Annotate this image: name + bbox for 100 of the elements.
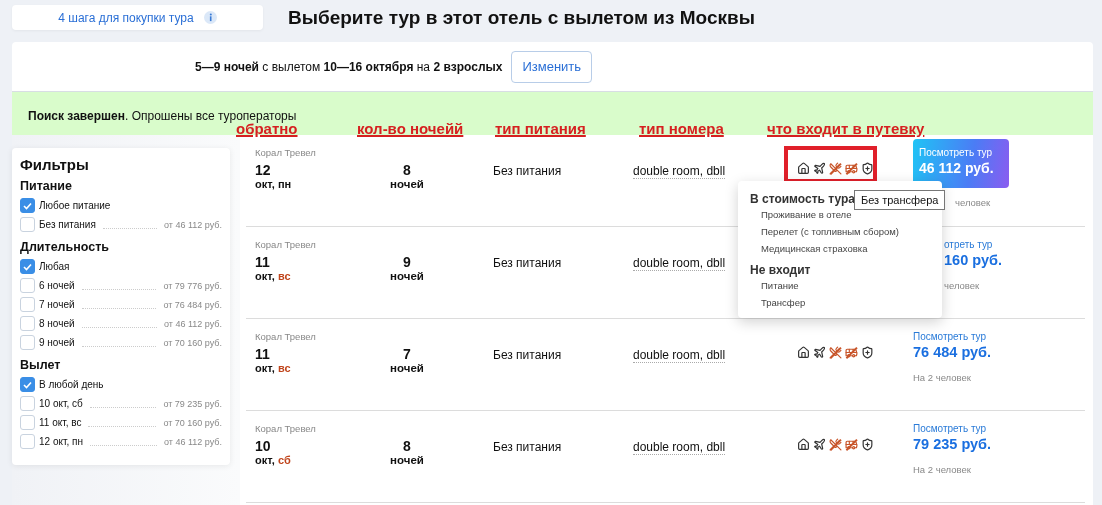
annotation-label: что входит в путевку bbox=[767, 120, 925, 137]
house-icon[interactable] bbox=[797, 438, 810, 451]
shield-icon[interactable] bbox=[861, 346, 874, 359]
plane-icon[interactable] bbox=[813, 438, 826, 451]
checkbox[interactable] bbox=[20, 316, 35, 331]
option-price: от 46 112 руб. bbox=[164, 318, 222, 329]
view-tour-link[interactable]: Посмотреть тур bbox=[913, 331, 1085, 342]
travelers-caption: На 2 человек bbox=[913, 372, 972, 383]
room-type: double room, dbll bbox=[633, 164, 726, 179]
tooltip: Без трансфера bbox=[854, 190, 946, 210]
annotation-label: тип питания bbox=[495, 120, 586, 137]
check-icon bbox=[23, 262, 32, 271]
filter-option[interactable]: 12 окт, пн bbox=[39, 436, 83, 447]
return-day: 10 bbox=[255, 438, 368, 454]
search-summary: 5—9 ночей с вылетом 10—16 октября на 2 взрослых bbox=[195, 59, 503, 74]
checkbox[interactable] bbox=[20, 396, 35, 411]
meal-type: Без питания bbox=[493, 440, 562, 454]
bus-icon[interactable] bbox=[845, 438, 858, 451]
filter-option[interactable]: Без питания bbox=[39, 219, 96, 230]
operator-name: Корал Тревел bbox=[255, 147, 317, 158]
annotation-label: кол-во ночейй bbox=[357, 120, 464, 137]
return-weekday: окт, вс bbox=[255, 362, 292, 374]
filter-option[interactable]: 9 ночей bbox=[39, 337, 75, 348]
nights-label: ночей bbox=[390, 178, 424, 190]
room-type: double room, dbll bbox=[633, 256, 726, 271]
filter-option[interactable]: Любая bbox=[39, 261, 70, 272]
return-weekday: окт, сб bbox=[255, 454, 292, 466]
house-icon[interactable] bbox=[797, 162, 810, 175]
checkbox[interactable] bbox=[20, 198, 35, 213]
nights-count: 8 bbox=[403, 162, 411, 178]
popover-item: Проживание в отеле bbox=[760, 209, 853, 222]
operator-name: Корал Тревел bbox=[255, 423, 317, 434]
plane-icon[interactable] bbox=[813, 346, 826, 359]
meal-type: Без питания bbox=[493, 256, 562, 270]
checkbox[interactable] bbox=[20, 278, 35, 293]
checkbox[interactable] bbox=[20, 377, 35, 392]
checkbox[interactable] bbox=[20, 297, 35, 312]
meal-type: Без питания bbox=[493, 164, 562, 178]
status-text: Поиск завершен. Опрошены все туроператоры bbox=[28, 109, 297, 123]
filter-option[interactable]: 6 ночей bbox=[39, 280, 75, 291]
tour-price: 76 484 руб. bbox=[913, 344, 993, 360]
filter-option[interactable]: 7 ночей bbox=[39, 299, 75, 310]
return-weekday: окт, вс bbox=[255, 270, 292, 282]
filter-option[interactable]: В любой день bbox=[39, 379, 104, 390]
bus-icon[interactable] bbox=[845, 162, 858, 175]
return-day: 12 bbox=[255, 162, 368, 178]
checkbox[interactable] bbox=[20, 415, 35, 430]
checkbox[interactable] bbox=[20, 259, 35, 274]
view-tour-link[interactable]: отреть тур bbox=[944, 239, 1085, 250]
operator-name: Корал Тревел bbox=[255, 239, 317, 250]
bus-icon[interactable] bbox=[845, 346, 858, 359]
view-tour-button[interactable]: Посмотреть тур 46 112 руб. bbox=[913, 139, 1009, 188]
popover-item: Трансфер bbox=[760, 297, 807, 310]
travelers-caption: На 2 человек bbox=[913, 464, 972, 475]
utensils-icon[interactable] bbox=[829, 438, 842, 451]
annotation-label: тип номера bbox=[639, 120, 724, 137]
page-title: Выберите тур в этот отель с вылетом из Москвы bbox=[288, 7, 755, 29]
operator-name: Корал Тревел bbox=[255, 331, 317, 342]
house-icon[interactable] bbox=[797, 346, 810, 359]
option-price: от 46 112 руб. bbox=[164, 436, 222, 447]
return-weekday: окт, пн bbox=[255, 178, 293, 190]
option-price: от 79 235 руб. bbox=[163, 398, 222, 409]
nights-count: 9 bbox=[403, 254, 411, 270]
tour-price: 160 руб. bbox=[944, 252, 1003, 268]
view-tour-link[interactable]: Посмотреть тур bbox=[913, 423, 1085, 434]
travelers-caption: человек bbox=[944, 280, 981, 291]
plane-icon[interactable] bbox=[813, 162, 826, 175]
checkbox[interactable] bbox=[20, 335, 35, 350]
info-icon bbox=[203, 11, 217, 24]
option-price: от 76 484 руб. bbox=[163, 299, 222, 310]
popover-item: Перелет (с топливным сбором) bbox=[760, 226, 900, 239]
popover-heading: В стоимость тура bbox=[750, 192, 855, 206]
option-price: от 46 112 руб. bbox=[164, 219, 222, 230]
popover-item: Питание bbox=[760, 280, 800, 293]
meal-type: Без питания bbox=[493, 348, 562, 362]
return-day: 11 bbox=[255, 254, 368, 270]
utensils-icon[interactable] bbox=[829, 162, 842, 175]
shield-icon[interactable] bbox=[861, 438, 874, 451]
checkbox[interactable] bbox=[20, 434, 35, 449]
filter-group-title: Питание bbox=[20, 179, 73, 193]
room-type: double room, dbll bbox=[633, 348, 726, 363]
nights-label: ночей bbox=[390, 362, 424, 374]
filter-option[interactable]: 8 ночей bbox=[39, 318, 75, 329]
checkbox[interactable] bbox=[20, 217, 35, 232]
return-day: 11 bbox=[255, 346, 368, 362]
option-price: от 79 776 руб. bbox=[163, 280, 222, 291]
nights-label: ночей bbox=[390, 454, 424, 466]
room-type: double room, dbll bbox=[633, 440, 726, 455]
popover-heading: Не входит bbox=[750, 263, 811, 277]
shield-icon[interactable] bbox=[861, 162, 874, 175]
filter-option[interactable]: 11 окт, вс bbox=[39, 417, 82, 428]
filter-option[interactable]: Любое питание bbox=[39, 200, 111, 211]
option-price: от 70 160 руб. bbox=[163, 417, 222, 428]
filter-group-title: Вылет bbox=[20, 358, 62, 372]
steps-link[interactable]: 4 шага для покупки тура bbox=[12, 5, 263, 30]
change-button[interactable]: Изменить bbox=[511, 50, 593, 83]
nights-count: 7 bbox=[403, 346, 411, 362]
check-icon bbox=[23, 201, 32, 210]
utensils-icon[interactable] bbox=[829, 346, 842, 359]
filter-option[interactable]: 10 окт, сб bbox=[39, 398, 83, 409]
